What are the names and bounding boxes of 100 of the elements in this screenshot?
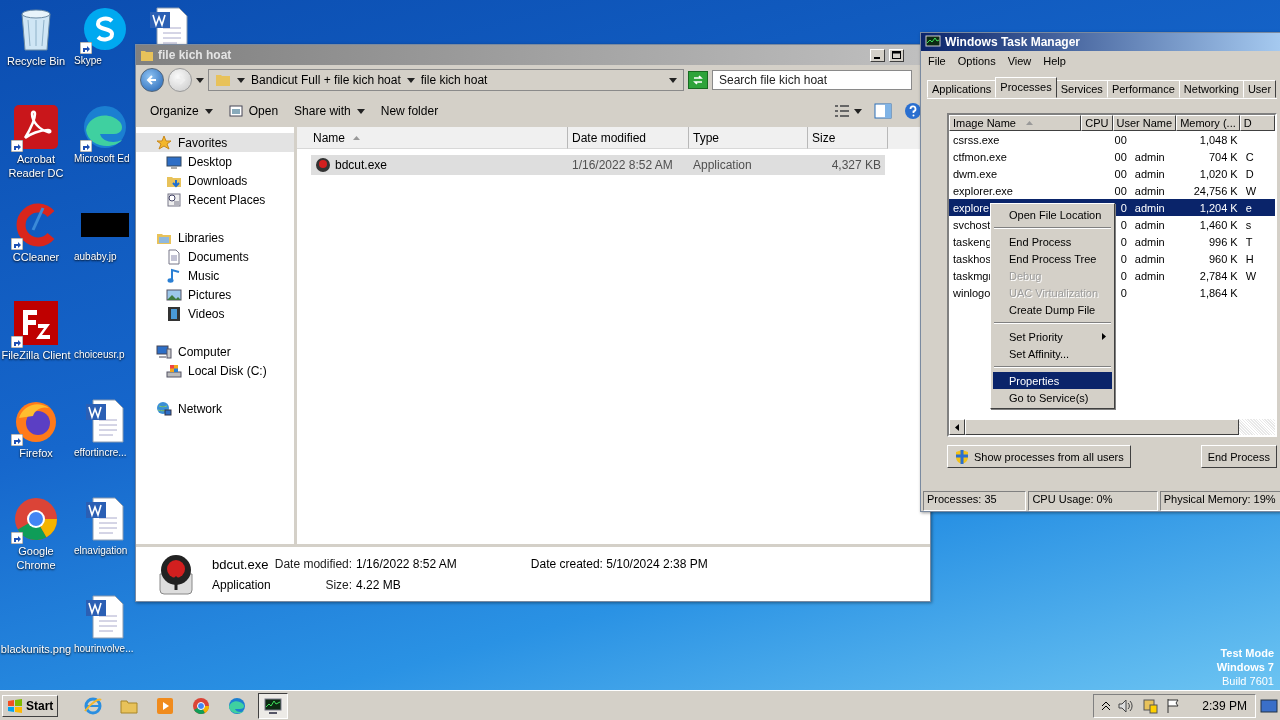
context-menu-item[interactable]: Create Dump File <box>993 301 1112 318</box>
user-name: admin <box>1133 167 1166 180</box>
desktop-icon-label[interactable]: Microsoft Ed <box>74 152 130 166</box>
show-hidden-icons-icon[interactable] <box>1102 700 1111 711</box>
show-desktop-icon[interactable] <box>1260 697 1278 714</box>
back-button[interactable] <box>140 68 164 92</box>
toolbar-button[interactable]: New folder <box>374 101 445 121</box>
tab[interactable]: Networking <box>1178 80 1244 98</box>
desktop-icon-label[interactable]: Google Chrome <box>0 544 72 572</box>
breadcrumb-item[interactable]: file kich hoat <box>420 73 488 87</box>
context-menu-item[interactable]: Properties <box>993 372 1112 389</box>
nav-pane-item[interactable]: Libraries <box>136 228 294 247</box>
preview-pane-icon[interactable] <box>874 103 892 119</box>
nav-pane-item[interactable]: Network <box>136 399 294 418</box>
memory-value: 1,204 K <box>1198 201 1239 214</box>
process-name[interactable]: csrss.exe <box>949 133 1004 146</box>
column-header[interactable]: Image Name <box>949 115 1082 131</box>
address-bar[interactable]: Bandicut Full + file kich hoat file kich hoat <box>208 69 684 91</box>
nav-pane-item[interactable]: Local Disk (C:) <box>136 361 294 380</box>
column-header[interactable]: Date modified <box>568 127 689 149</box>
process-name[interactable]: ctfmon.exe <box>949 150 1011 163</box>
nav-pane-item[interactable]: Videos <box>136 304 294 323</box>
column-header[interactable]: Name <box>297 127 568 149</box>
desktop-icon-label[interactable]: Firefox <box>0 446 72 460</box>
network-status-icon[interactable] <box>1142 697 1159 714</box>
view-options-icon[interactable] <box>834 104 850 118</box>
desktop-icon-label[interactable]: choiceusr.p <box>74 348 125 362</box>
toolbar-button[interactable]: Open <box>222 101 285 121</box>
column-header[interactable]: Size <box>808 127 888 149</box>
back-arrow-icon <box>146 74 158 86</box>
help-icon[interactable] <box>904 102 922 120</box>
desktop-icon-label[interactable]: CCleaner <box>0 250 72 264</box>
context-menu-item[interactable]: Open File Location <box>993 206 1112 223</box>
desktop-icon-label[interactable]: Acrobat Reader DC <box>0 152 72 180</box>
tab[interactable]: User <box>1242 80 1277 98</box>
edge-icon[interactable] <box>227 695 248 716</box>
column-header[interactable]: CPU <box>1081 115 1113 131</box>
clock[interactable]: 2:39 PM <box>1202 698 1247 713</box>
toolbar-button[interactable]: Share with <box>288 101 371 121</box>
desktop-icon-label[interactable]: Recycle Bin <box>0 54 72 68</box>
column-header[interactable]: User Name <box>1112 115 1177 131</box>
column-header[interactable]: D <box>1239 115 1275 131</box>
file-name: bdcut.exe <box>335 158 388 172</box>
start-button[interactable]: Start <box>2 694 59 717</box>
nav-pane-item[interactable]: Downloads <box>136 171 294 190</box>
context-menu-item[interactable]: End Process <box>993 233 1112 250</box>
description-value: e <box>1244 201 1253 214</box>
open-icon <box>228 104 243 118</box>
detail-label: Size: <box>324 577 353 592</box>
nav-pane-item[interactable]: Desktop <box>136 152 294 171</box>
menu-item[interactable]: Help <box>1038 54 1071 67</box>
desktop-icon-label[interactable]: FileZilla Client <box>0 348 72 362</box>
toolbar-button[interactable]: Organize <box>144 101 219 121</box>
maximize-button[interactable] <box>889 48 904 62</box>
nav-pane-item[interactable]: Music <box>136 266 294 285</box>
menu-item[interactable]: View <box>1002 54 1037 67</box>
dropdown-caret-icon <box>669 77 677 83</box>
speaker-icon[interactable] <box>1118 698 1135 713</box>
nav-pane-item[interactable]: Recent Places <box>136 190 294 209</box>
desktop-icon-label[interactable]: hourinvolve... <box>74 642 134 656</box>
nav-pane-item[interactable]: Documents <box>136 247 294 266</box>
context-menu-item[interactable]: End Process Tree <box>993 250 1112 267</box>
scroll-left-arrow-icon[interactable] <box>955 423 959 431</box>
desktop-icon-label[interactable]: elnavigation <box>74 544 128 558</box>
flag-icon[interactable] <box>1166 697 1181 714</box>
horizontal-scrollbar[interactable] <box>949 419 1275 435</box>
minimize-button[interactable] <box>870 48 885 62</box>
search-field[interactable]: Search file kich hoat <box>712 70 912 90</box>
nav-pane-item[interactable]: Favorites <box>136 133 294 152</box>
context-menu-item[interactable]: Set Priority <box>993 328 1112 345</box>
desktop-icon-label[interactable]: blackunits.png <box>0 642 72 656</box>
column-header[interactable]: Memory (... <box>1176 115 1240 131</box>
context-menu-item[interactable]: Go to Service(s) <box>993 389 1112 406</box>
breadcrumb-item[interactable]: Bandicut Full + file kich hoat <box>251 73 401 87</box>
chrome-icon[interactable] <box>191 695 212 716</box>
task-manager-icon[interactable] <box>263 695 284 716</box>
tab[interactable]: Performance <box>1106 80 1180 98</box>
show-all-processes-button[interactable]: Show processes from all users <box>947 445 1131 468</box>
word-document-icon <box>85 398 125 444</box>
desktop-icon-label[interactable]: Skype <box>74 54 102 68</box>
nav-pane-item[interactable]: Computer <box>136 342 294 361</box>
refresh-button[interactable] <box>688 71 708 89</box>
menu-item[interactable]: File <box>923 54 951 67</box>
cpu-value: 00 <box>1113 133 1128 146</box>
description-value: H <box>1244 252 1255 265</box>
process-name[interactable]: explorer.exe <box>949 184 1017 197</box>
tab[interactable]: Processes <box>995 77 1057 98</box>
menu-item[interactable]: Options <box>952 54 1001 67</box>
column-header[interactable]: Type <box>689 127 808 149</box>
tab[interactable]: Applications <box>927 80 997 98</box>
process-name[interactable]: dwm.exe <box>949 167 1002 180</box>
memory-value: 1,048 K <box>1198 133 1239 146</box>
desktop-icon-label[interactable]: aubaby.jp <box>74 250 117 264</box>
context-menu-item[interactable]: Set Affinity... <box>993 345 1112 362</box>
desktop-icon-label[interactable]: effortincre... <box>74 446 127 460</box>
status-field: Physical Memory: 19% <box>1159 491 1280 511</box>
nav-pane-item[interactable]: Pictures <box>136 285 294 304</box>
process-name[interactable]: explore <box>949 201 994 214</box>
end-process-button[interactable]: End Process <box>1200 445 1277 468</box>
file-row[interactable]: bdcut.exe 1/16/2022 8:52 AM Application 4,327 KB <box>311 155 885 175</box>
